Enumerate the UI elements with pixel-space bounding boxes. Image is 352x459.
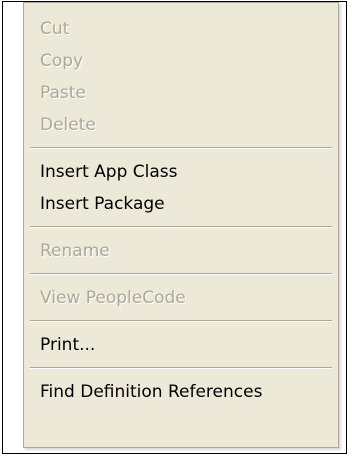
- menu-item-print[interactable]: Print...: [24, 329, 338, 361]
- menu-item-rename[interactable]: Rename: [24, 235, 338, 267]
- menu-item-insert-app-class[interactable]: Insert App Class: [24, 156, 338, 188]
- menu-item-cut[interactable]: Cut: [24, 13, 338, 45]
- menu-item-find-definition-references[interactable]: Find Definition References: [24, 376, 338, 408]
- menu-item-delete[interactable]: Delete: [24, 109, 338, 141]
- context-menu: Cut Copy Paste Delete Insert App Class I…: [23, 2, 339, 448]
- menu-item-paste[interactable]: Paste: [24, 77, 338, 109]
- menu-separator: [30, 367, 332, 369]
- menu-separator: [30, 147, 332, 149]
- menu-item-copy[interactable]: Copy: [24, 45, 338, 77]
- menu-separator: [30, 320, 332, 322]
- menu-item-insert-package[interactable]: Insert Package: [24, 188, 338, 220]
- menu-item-view-peoplecode[interactable]: View PeopleCode: [24, 282, 338, 314]
- menu-separator: [30, 226, 332, 228]
- menu-separator: [30, 273, 332, 275]
